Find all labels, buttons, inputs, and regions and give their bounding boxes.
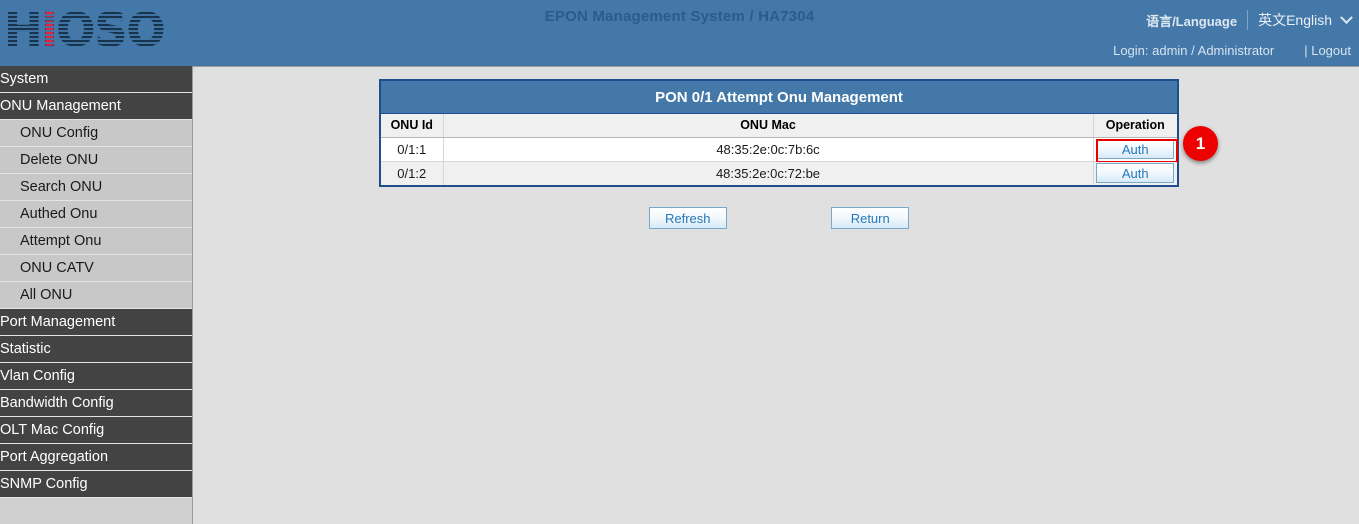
sidebar-item-statistic[interactable]: Statistic xyxy=(0,336,192,363)
panel-title: PON 0/1 Attempt Onu Management xyxy=(381,81,1177,114)
app-header: HiOSO EPON Management System / HA7304 语言… xyxy=(0,0,1359,66)
auth-button[interactable]: Auth xyxy=(1096,139,1174,159)
sidebar-nav[interactable]: System ONU Management ONU Config Delete … xyxy=(0,66,192,524)
sidebar-item-onu-catv[interactable]: ONU CATV xyxy=(0,255,192,282)
sidebar-item-onu-config[interactable]: ONU Config xyxy=(0,120,192,147)
cell-operation: Auth xyxy=(1093,137,1177,161)
sidebar-item-vlan-config[interactable]: Vlan Config xyxy=(0,363,192,390)
sidebar-item-port-management[interactable]: Port Management xyxy=(0,309,192,336)
sidebar-item-attempt-onu[interactable]: Attempt Onu xyxy=(0,228,192,255)
table-header: ONU Id ONU Mac Operation xyxy=(381,114,1177,137)
sidebar-item-system[interactable]: System xyxy=(0,66,192,93)
attempt-onu-panel: PON 0/1 Attempt Onu Management ONU Id ON… xyxy=(379,79,1179,187)
sidebar-item-delete-onu[interactable]: Delete ONU xyxy=(0,147,192,174)
sidebar-item-onu-management[interactable]: ONU Management xyxy=(0,93,192,120)
chevron-down-icon xyxy=(1340,11,1353,24)
language-label: 语言/Language xyxy=(1146,11,1237,30)
sidebar-item-snmp-config[interactable]: SNMP Config xyxy=(0,471,192,498)
column-header-operation: Operation xyxy=(1093,114,1177,137)
session-info: Login: admin / Administrator | Logout xyxy=(1113,43,1351,58)
refresh-button[interactable]: Refresh xyxy=(649,207,727,229)
sidebar-item-bandwidth-config[interactable]: Bandwidth Config xyxy=(0,390,192,417)
page-root: HiOSO EPON Management System / HA7304 语言… xyxy=(0,0,1359,524)
sidebar-item-all-onu[interactable]: All ONU xyxy=(0,282,192,309)
sidebar-item-search-onu[interactable]: Search ONU xyxy=(0,174,192,201)
cell-onu-id: 0/1:2 xyxy=(381,161,443,185)
sidebar-item-authed-onu[interactable]: Authed Onu xyxy=(0,201,192,228)
cell-onu-id: 0/1:1 xyxy=(381,137,443,161)
language-select[interactable]: 英文English xyxy=(1247,10,1351,30)
sidebar-item-port-aggregation[interactable]: Port Aggregation xyxy=(0,444,192,471)
cell-onu-mac: 48:35:2e:0c:7b:6c xyxy=(443,137,1093,161)
auth-button[interactable]: Auth xyxy=(1096,163,1174,183)
language-area: 语言/Language 英文English xyxy=(1146,10,1351,30)
logout-link[interactable]: | Logout xyxy=(1304,43,1351,58)
login-user-text: Login: admin / Administrator xyxy=(1113,43,1274,58)
table-row: 0/1:1 48:35:2e:0c:7b:6c Auth xyxy=(381,137,1177,161)
column-header-onu-id: ONU Id xyxy=(381,114,443,137)
attempt-onu-table: ONU Id ONU Mac Operation 0/1:1 48:35:2e:… xyxy=(381,114,1177,185)
annotation-badge-1: 1 xyxy=(1183,126,1218,161)
cell-operation: Auth xyxy=(1093,161,1177,185)
action-bar: Refresh Return xyxy=(379,207,1179,229)
return-button[interactable]: Return xyxy=(831,207,909,229)
table-body: 0/1:1 48:35:2e:0c:7b:6c Auth 0/1:2 48:35… xyxy=(381,137,1177,185)
table-row: 0/1:2 48:35:2e:0c:72:be Auth xyxy=(381,161,1177,185)
cell-onu-mac: 48:35:2e:0c:72:be xyxy=(443,161,1093,185)
language-value: 英文English xyxy=(1258,10,1332,30)
column-header-onu-mac: ONU Mac xyxy=(443,114,1093,137)
table-header-row: ONU Id ONU Mac Operation xyxy=(381,114,1177,137)
sidebar-item-olt-mac-config[interactable]: OLT Mac Config xyxy=(0,417,192,444)
